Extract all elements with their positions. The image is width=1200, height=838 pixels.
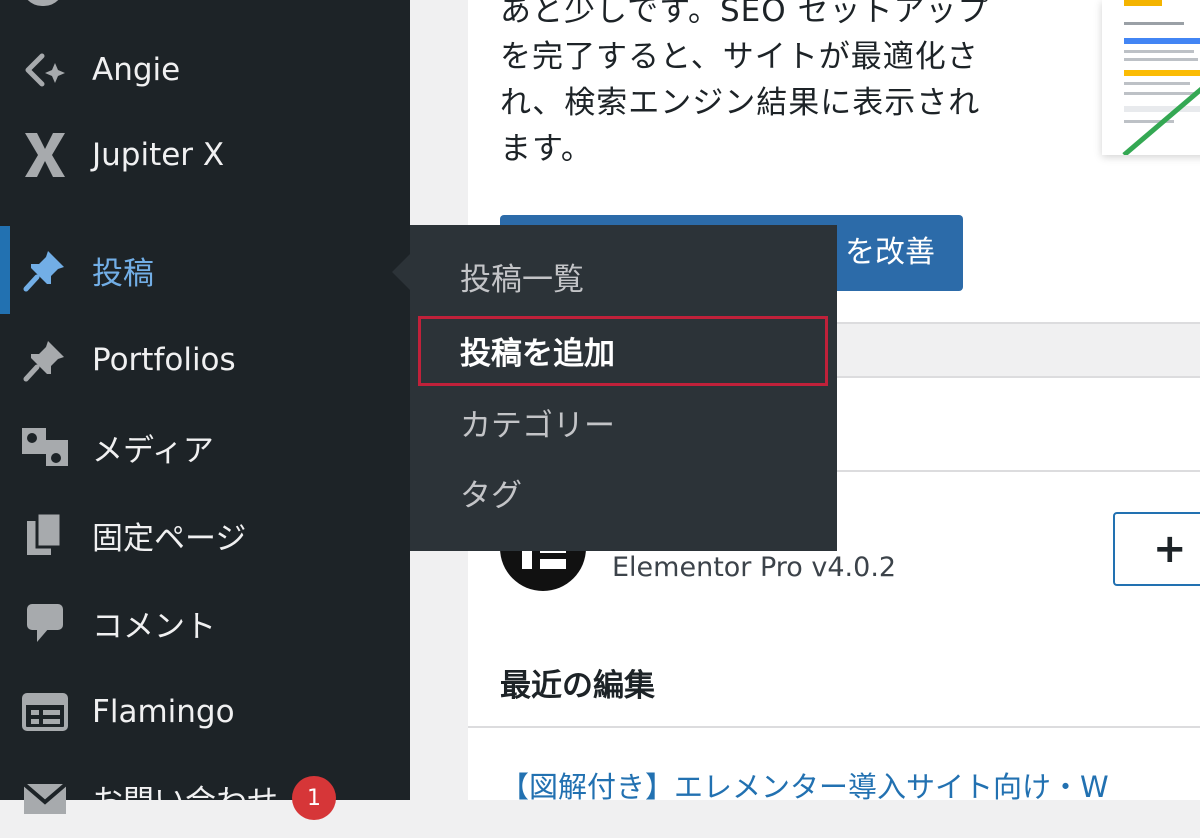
- sidebar-item-label: 投稿: [92, 255, 154, 292]
- sidebar-item-pages[interactable]: 固定ページ: [0, 495, 410, 575]
- sidebar-item-label: 固定ページ: [92, 520, 247, 557]
- sidebar-item-media[interactable]: メディア: [0, 407, 410, 487]
- pages-icon: [20, 510, 70, 560]
- posts-submenu: 投稿一覧 投稿を追加 カテゴリー タグ: [410, 225, 837, 551]
- submenu-all-posts[interactable]: 投稿一覧: [410, 245, 837, 315]
- sidebar-item-label: コメント: [92, 608, 216, 645]
- sidebar-item-label: メディア: [92, 432, 214, 469]
- sidebar-item-comments[interactable]: コメント: [0, 583, 410, 663]
- sidebar-item-label: Flamingo: [92, 694, 235, 730]
- sidebar-item-angie[interactable]: Angie: [0, 30, 410, 110]
- add-button[interactable]: +: [1113, 512, 1200, 586]
- sidebar-item-label: Jupiter X: [92, 137, 225, 173]
- submenu-add-post[interactable]: 投稿を追加: [410, 319, 837, 389]
- plugin-version: Elementor Pro v4.0.2: [612, 552, 897, 583]
- top-partial-icon: [22, 0, 64, 6]
- sidebar-item-contact[interactable]: お問い合わせ 1: [0, 758, 410, 838]
- sidebar-item-posts[interactable]: 投稿: [0, 226, 410, 314]
- flamingo-icon: [20, 687, 70, 737]
- pin-icon: [20, 245, 70, 295]
- promo-line: を完了すると、サイトが最適化さ: [500, 39, 979, 75]
- seo-preview-image: [1102, 0, 1200, 155]
- sidebar-item-jupiter-x[interactable]: Jupiter X: [0, 115, 410, 195]
- admin-sidebar: Angie Jupiter X 投稿 Portfolios メディア 固定ページ…: [0, 0, 410, 820]
- recent-edits-title: 最近の編集: [500, 668, 655, 704]
- pin-icon: [20, 335, 70, 385]
- sidebar-item-flamingo[interactable]: Flamingo: [0, 672, 410, 752]
- submenu-categories[interactable]: カテゴリー: [410, 391, 837, 461]
- jupiter-x-icon: [20, 130, 70, 180]
- flyout-arrow: [392, 254, 410, 290]
- submenu-tags[interactable]: タグ: [410, 461, 837, 531]
- sidebar-item-label: お問い合わせ: [92, 783, 278, 820]
- promo-line: れ、検索エンジン結果に表示され: [500, 85, 981, 121]
- angie-icon: [20, 45, 70, 95]
- seo-promo-text: あと少しです。SEO セットアップ を完了すると、サイトが最適化さ れ、検索エン…: [500, 0, 1060, 172]
- sidebar-item-portfolios[interactable]: Portfolios: [0, 320, 410, 400]
- promo-line: ます。: [500, 131, 593, 167]
- divider: [468, 726, 1200, 728]
- promo-line: あと少しです。SEO セットアップ: [500, 0, 990, 29]
- media-icon: [20, 422, 70, 472]
- comment-icon: [20, 598, 70, 648]
- sidebar-item-label: Angie: [92, 52, 181, 88]
- sidebar-item-label: Portfolios: [92, 342, 236, 378]
- notification-badge: 1: [292, 776, 336, 820]
- mail-icon: [20, 773, 70, 823]
